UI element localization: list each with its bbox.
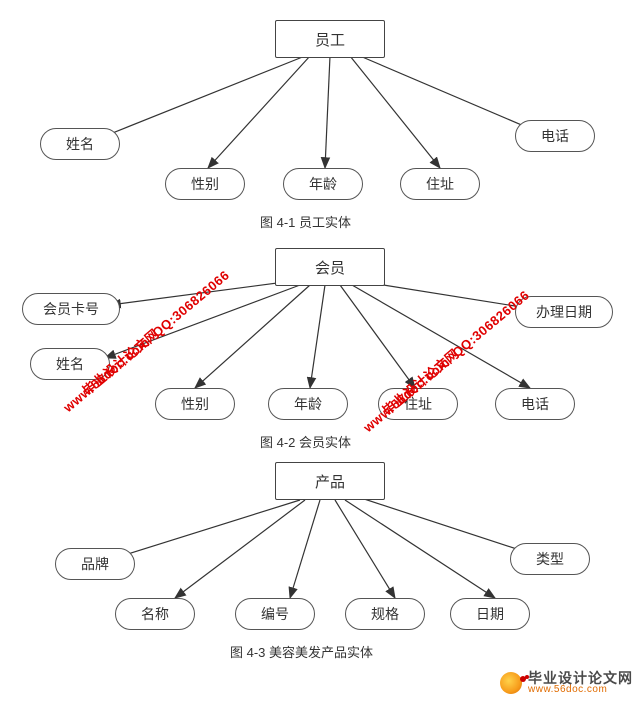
attribute-pill: 编号	[235, 598, 315, 630]
entity-root-member: 会员	[275, 248, 385, 286]
attribute-label: 品牌	[81, 554, 109, 574]
attribute-label: 编号	[261, 604, 289, 624]
footer-brand-cn: 毕业设计论文网	[528, 671, 633, 685]
attribute-label: 日期	[476, 604, 504, 624]
attribute-pill: 姓名	[40, 128, 120, 160]
attribute-label: 性别	[181, 394, 209, 414]
attribute-pill: 名称	[115, 598, 195, 630]
attribute-pill: 类型	[510, 543, 590, 575]
entity-root-label: 产品	[315, 471, 345, 492]
attribute-pill: 电话	[515, 120, 595, 152]
figure-caption: 图 4-3 美容美发产品实体	[230, 642, 373, 661]
attribute-pill: 年龄	[268, 388, 348, 420]
attribute-label: 电话	[521, 394, 549, 414]
attribute-pill: 会员卡号	[22, 293, 120, 325]
attribute-label: 年龄	[294, 394, 322, 414]
entity-root-employee: 员工	[275, 20, 385, 58]
attribute-label: 规格	[371, 604, 399, 624]
attribute-label: 办理日期	[536, 302, 592, 322]
attribute-pill: 年龄	[283, 168, 363, 200]
attribute-label: 会员卡号	[43, 299, 99, 319]
attribute-label: 电话	[541, 126, 569, 146]
entity-root-label: 员工	[315, 29, 345, 50]
figure-caption: 图 4-1 员工实体	[260, 212, 351, 231]
globe-icon	[500, 672, 522, 694]
attribute-pill: 电话	[495, 388, 575, 420]
attribute-pill: 品牌	[55, 548, 135, 580]
footer-brand-logo: 毕业设计论文网 www.56doc.com	[500, 671, 633, 695]
attribute-pill: 性别	[165, 168, 245, 200]
attribute-label: 年龄	[309, 174, 337, 194]
attribute-label: 性别	[191, 174, 219, 194]
attribute-label: 姓名	[56, 354, 84, 374]
entity-root-label: 会员	[315, 257, 345, 278]
figure-caption: 图 4-2 会员实体	[260, 432, 351, 451]
attribute-label: 住址	[426, 174, 454, 194]
attribute-pill: 日期	[450, 598, 530, 630]
attribute-pill: 性别	[155, 388, 235, 420]
attribute-label: 名称	[141, 604, 169, 624]
attribute-pill: 规格	[345, 598, 425, 630]
attribute-label: 类型	[536, 549, 564, 569]
diagram-canvas: 员工 姓名 性别 年龄 住址 电话 图 4-1 员工实体 会员 会员卡号 姓名 …	[0, 0, 641, 701]
entity-root-product: 产品	[275, 462, 385, 500]
attribute-label: 姓名	[66, 134, 94, 154]
footer-brand-en: www.56doc.com	[528, 685, 633, 695]
attribute-pill: 住址	[400, 168, 480, 200]
